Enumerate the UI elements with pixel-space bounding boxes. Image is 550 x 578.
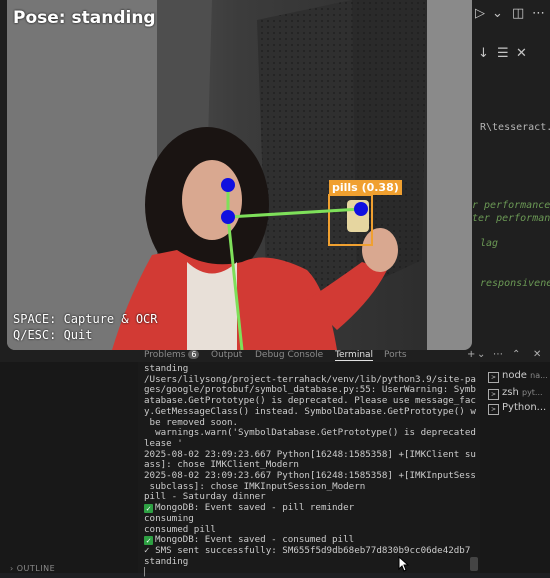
chevron-right-icon: › <box>10 564 14 573</box>
skeleton-joint <box>354 202 368 216</box>
terminal-list: > node na... > zsh pyt... > Python... <box>480 362 550 573</box>
terminal-item-python[interactable]: > Python... <box>488 402 546 415</box>
tab-debug-console[interactable]: Debug Console <box>255 350 323 360</box>
help-quit: Q/ESC: Quit <box>13 328 93 342</box>
terminal-line: y.GetMessageClass() instead. SymbolDatab… <box>144 406 476 417</box>
outline-section-header[interactable]: › OUTLINE <box>10 564 55 573</box>
shirt <box>187 262 237 350</box>
pose-label: Pose: standing <box>13 8 156 28</box>
face <box>182 160 242 240</box>
terminal-line: /Users/lilysong/project-terrahack/venv/l… <box>144 374 476 385</box>
editor-toolbar: ▷ ⌄ ◫ ⋯ <box>470 4 550 26</box>
terminal-line: consuming <box>144 513 194 524</box>
panel-tab-bar: Problems 6 Output Debug Console Terminal… <box>0 349 550 362</box>
camera-window: pills (0.38) Pose: standing SPACE: Captu… <box>7 0 472 350</box>
terminal-icon: > <box>488 389 499 400</box>
terminal-line: ass]: chose IMKClient_Modern <box>144 460 299 471</box>
run-icon[interactable]: ▷ <box>475 6 485 21</box>
terminal-line: ✓ MongoDB: Event saved - consumed pill <box>144 535 476 546</box>
terminal-line: warnings.warn('SymbolDatabase.GetPrototy… <box>144 428 476 439</box>
skeleton-joint <box>221 210 235 224</box>
terminal-scrollbar[interactable] <box>470 557 478 571</box>
terminal-item-label: node <box>502 370 527 381</box>
terminal-line: standing <box>144 364 189 374</box>
terminal-line: pill - Saturday dinner <box>144 492 266 503</box>
tab-ports[interactable]: Ports <box>384 350 407 360</box>
camera-frame <box>7 0 472 350</box>
add-terminal-icon[interactable]: + <box>467 349 475 360</box>
hand <box>362 228 398 272</box>
terminal-item-zsh[interactable]: > zsh pyt... <box>488 387 543 400</box>
terminal-line: lease ' <box>144 438 183 449</box>
terminal-item-label: Python... <box>502 402 547 413</box>
code-snippets: R\tesseract.ex r performance ter perform… <box>472 110 550 310</box>
code-line: r performance <box>472 200 550 211</box>
check-icon: ✓ <box>144 504 153 514</box>
acoustic-panel-texture <box>257 0 357 300</box>
terminal-line-text: MongoDB: Event saved - pill reminder <box>155 503 355 514</box>
list-icon[interactable]: ☰ <box>497 46 509 61</box>
terminal-line: ✓ MongoDB: Event saved - pill reminder <box>144 503 476 514</box>
terminal-line: atabase.GetPrototype() is deprecated. Pl… <box>144 396 476 407</box>
terminal-icon: > <box>488 372 499 383</box>
terminal-output: standing /Users/lilysong/project-terraha… <box>144 364 476 578</box>
code-line: R\tesseract.ex <box>480 122 550 133</box>
close-icon[interactable]: ✕ <box>516 46 527 61</box>
chevron-down-icon[interactable]: ⌄ <box>492 6 503 21</box>
more-actions-icon[interactable]: ⋯ <box>493 349 503 360</box>
editor-toolbar-secondary: ↓ ☰ ✕ <box>470 45 550 63</box>
chevron-down-icon[interactable]: ⌄ <box>477 349 485 360</box>
tab-terminal[interactable]: Terminal <box>335 350 374 361</box>
terminal-icon: > <box>488 404 499 415</box>
chevron-up-icon[interactable]: ⌃ <box>512 349 520 360</box>
more-actions-icon[interactable]: ⋯ <box>532 6 545 21</box>
terminal-line: ✓ SMS sent successfully: SM655f5d9db68eb… <box>144 545 471 556</box>
terminal-line: 2025-08-02 23:09:23.667 Python[16248:158… <box>144 471 476 482</box>
terminal-line: ges/google/protobuf/symbol_database.py:5… <box>144 385 476 396</box>
problems-count-badge: 6 <box>188 350 200 359</box>
terminal-line: 2025-08-02 23:09:23.667 Python[16248:158… <box>144 449 476 460</box>
code-line: ter performance <box>472 213 550 224</box>
check-icon: ✓ <box>144 536 153 546</box>
terminal-line: consumed pill <box>144 524 216 535</box>
terminal-line: be removed soon. <box>144 417 239 428</box>
terminal-line-text: MongoDB: Event saved - consumed pill <box>155 535 355 546</box>
tab-label: Problems <box>144 350 186 360</box>
code-line: responsivenes <box>480 278 550 289</box>
arrow-down-icon[interactable]: ↓ <box>478 46 489 61</box>
code-line: lag <box>480 238 499 249</box>
skeleton-joint <box>221 178 235 192</box>
close-icon[interactable]: ✕ <box>533 349 541 360</box>
tab-output[interactable]: Output <box>211 350 242 360</box>
outline-label: OUTLINE <box>16 564 56 573</box>
terminal-line: subclass]: chose IMKInputSession_Modern <box>144 481 366 492</box>
terminal-panel[interactable]: standing /Users/lilysong/project-terraha… <box>138 362 480 577</box>
terminal-line: standing <box>144 556 189 567</box>
terminal-item-sub: na... <box>530 371 548 380</box>
window-edge <box>427 0 472 350</box>
help-capture: SPACE: Capture & OCR <box>13 312 158 326</box>
tab-problems[interactable]: Problems 6 <box>144 350 200 360</box>
split-editor-icon[interactable]: ◫ <box>512 6 524 21</box>
terminal-item-label: zsh <box>502 387 519 398</box>
terminal-item-sub: pyt... <box>521 388 543 397</box>
detection-label: pills (0.38) <box>329 180 402 195</box>
terminal-item-node[interactable]: > node na... <box>488 370 548 383</box>
left-sidebar: › OUTLINE <box>0 362 138 573</box>
mouse-cursor-icon <box>398 556 410 572</box>
